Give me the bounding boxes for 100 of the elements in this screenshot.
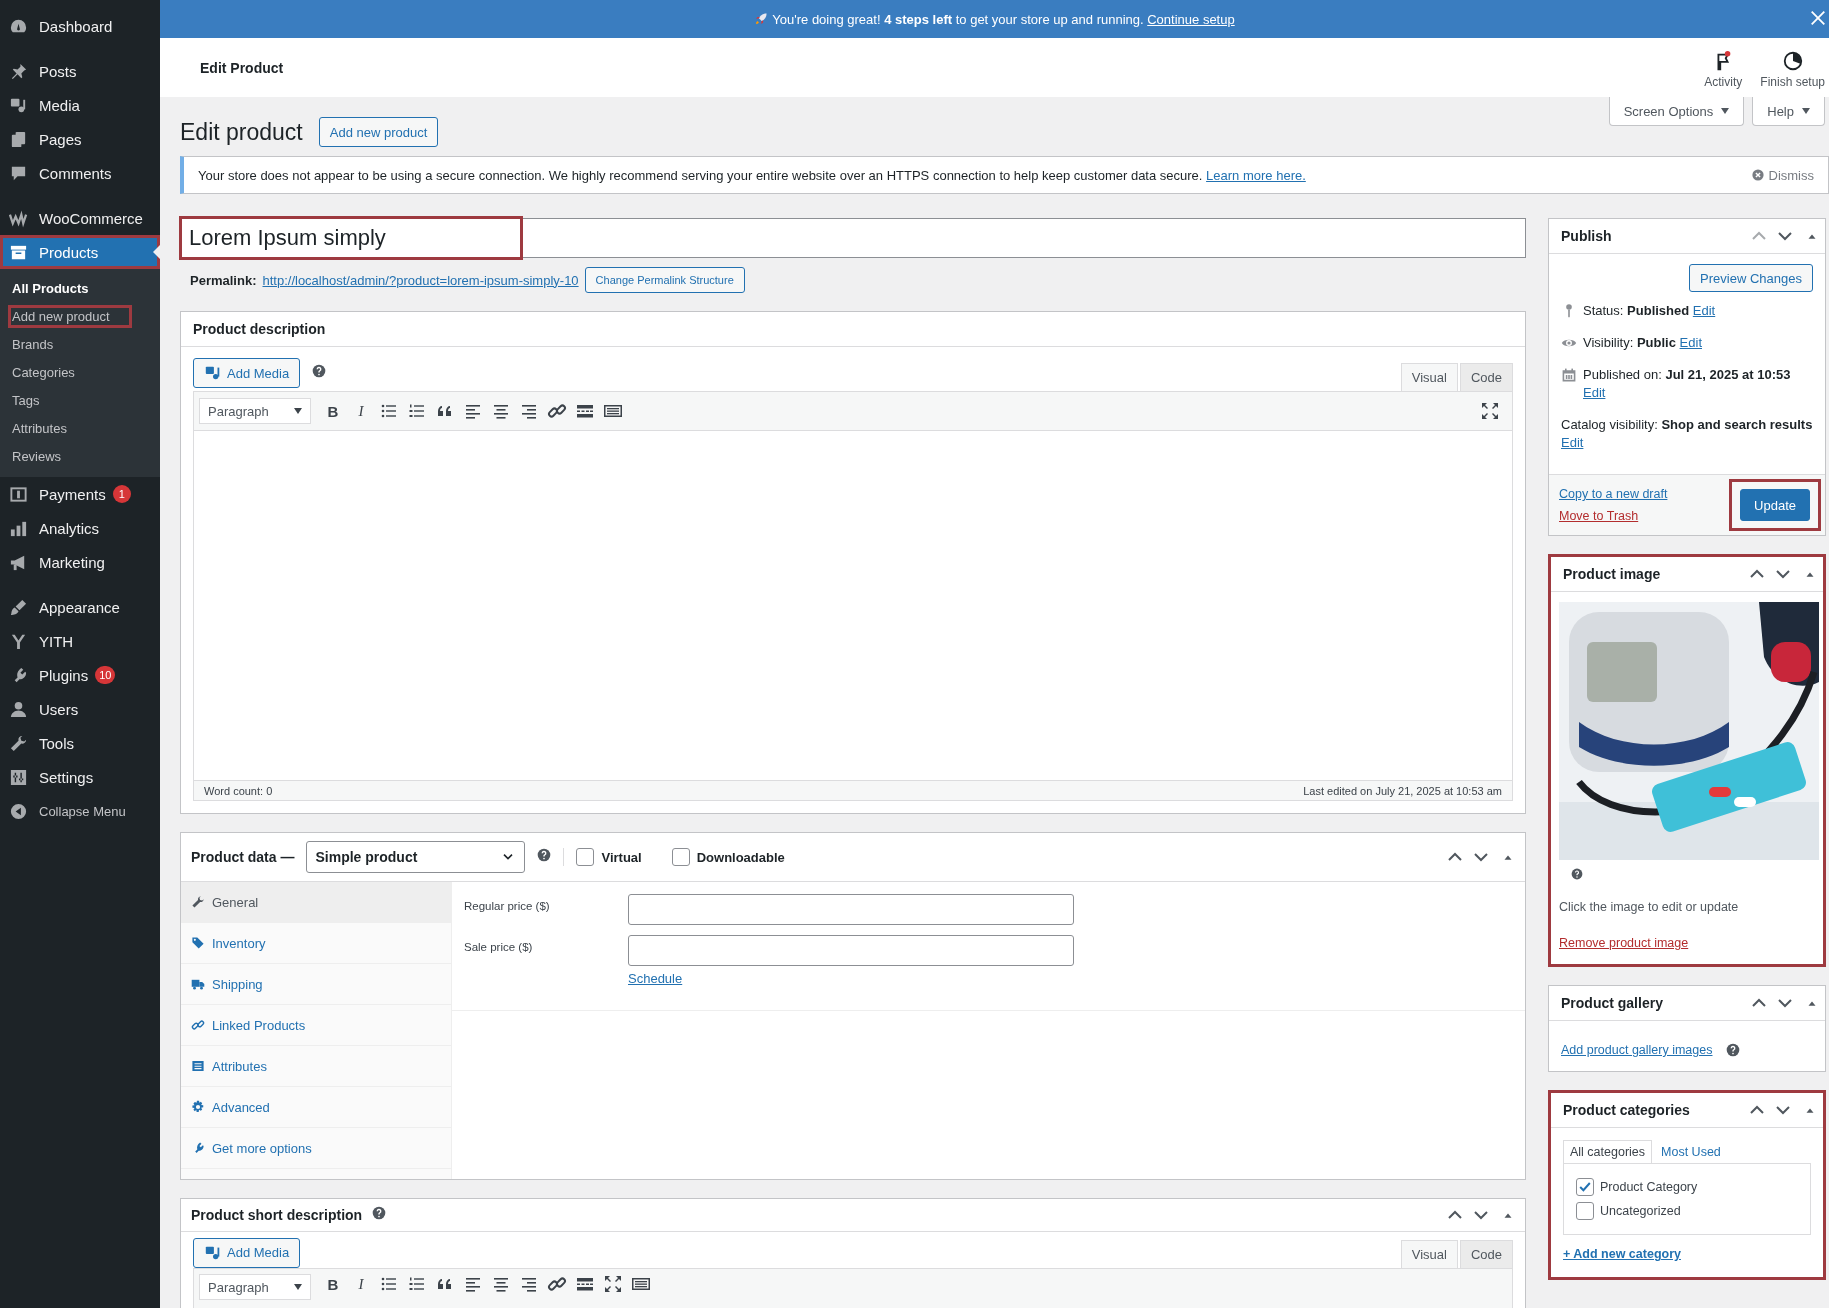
sidebar-item[interactable]: Dashboard — [0, 9, 160, 43]
product-data-tab[interactable]: Shipping — [181, 964, 451, 1005]
sidebar-item[interactable]: Posts — [0, 54, 160, 88]
help-icon[interactable] — [312, 364, 327, 378]
fullscreen-icon[interactable] — [603, 1274, 623, 1294]
submenu-item[interactable]: All Products — [8, 277, 93, 299]
change-permalink-button[interactable]: Change Permalink Structure — [584, 267, 745, 293]
sidebar-item[interactable]: Analytics — [0, 511, 160, 545]
last-edited: Last edited on July 21, 2025 at 10:53 am — [1303, 784, 1502, 797]
product-data-tab[interactable]: Get more options — [181, 1128, 451, 1169]
checkbox[interactable] — [1576, 1202, 1594, 1220]
product-data-tab[interactable]: Linked Products — [181, 1005, 451, 1046]
link-icon[interactable] — [547, 1274, 567, 1294]
learn-more-link[interactable]: Learn more here. — [1206, 167, 1306, 183]
product-data-tab[interactable]: Advanced — [181, 1087, 451, 1128]
sidebar-item[interactable]: Media — [0, 88, 160, 122]
panel-title: Publish — [1561, 228, 1612, 244]
sidebar-item[interactable]: Plugins 10 — [0, 658, 160, 692]
add-category-link[interactable]: + Add new category — [1563, 1247, 1681, 1261]
category-label: Product Category — [1600, 1180, 1698, 1194]
help-icon[interactable] — [537, 848, 552, 862]
editor-tab[interactable]: Visual — [1400, 1240, 1458, 1268]
move-to-trash-link[interactable]: Move to Trash — [1559, 509, 1668, 523]
wrench-icon — [191, 895, 205, 909]
sidebar-item[interactable]: Users — [0, 692, 160, 726]
checkbox[interactable] — [1576, 1178, 1594, 1196]
tag-icon — [191, 936, 205, 950]
sidebar-item[interactable]: Pages — [0, 122, 160, 156]
continue-setup-link[interactable]: Continue setup — [1147, 11, 1235, 27]
banner-message: You're doing great! 4 steps left to get your store up and running. Continue setup — [772, 11, 1235, 27]
toolbar-button[interactable]: B — [323, 401, 343, 421]
product-data-tab[interactable]: Inventory — [181, 923, 451, 964]
add-new-product-button[interactable]: Add new product — [318, 117, 439, 147]
sidebar-item[interactable]: WooCommerce — [0, 201, 160, 235]
help-button[interactable]: Help — [1752, 97, 1825, 126]
header-action[interactable]: Finish setup — [1760, 46, 1825, 89]
submenu-item[interactable]: Categories — [8, 361, 79, 383]
sidebar-item[interactable]: Settings — [0, 760, 160, 794]
product-data-tab[interactable]: General — [181, 882, 451, 923]
help-icon[interactable] — [1571, 868, 1583, 880]
close-icon[interactable] — [1809, 9, 1827, 27]
edit-link[interactable]: Edit — [1561, 435, 1584, 450]
edit-link[interactable]: Edit — [1583, 385, 1606, 400]
checkbox[interactable] — [671, 848, 690, 866]
fullscreen-icon[interactable] — [1480, 401, 1500, 421]
product-data-tab[interactable]: Attributes — [181, 1046, 451, 1087]
add-media-button[interactable]: Add Media — [193, 358, 301, 388]
progress-circle-icon — [1781, 50, 1804, 72]
checkbox[interactable] — [576, 848, 595, 866]
submenu-item[interactable]: Add new product — [8, 304, 132, 328]
copy-draft-link[interactable]: Copy to a new draft — [1559, 487, 1668, 501]
permalink-label: Permalink: — [190, 272, 257, 288]
link-icon — [191, 1018, 205, 1032]
edit-link[interactable]: Edit — [1679, 335, 1702, 350]
help-icon[interactable] — [372, 1206, 387, 1220]
price-field[interactable] — [628, 935, 1074, 966]
editor-tab[interactable]: Code — [1459, 363, 1513, 391]
panel-title: Product image — [1563, 566, 1661, 582]
toolbar-button[interactable]: B — [323, 1274, 343, 1294]
format-dropdown[interactable]: Paragraph — [199, 1274, 311, 1300]
product-title-field[interactable]: Lorem Ipsum simply — [180, 218, 1526, 258]
sidebar-item[interactable]: Products — [0, 235, 160, 269]
page-title: Edit product — [180, 118, 303, 146]
sidebar-item[interactable]: Appearance — [0, 590, 160, 624]
preview-changes-button[interactable]: Preview Changes — [1689, 264, 1813, 292]
calendar-icon — [1561, 367, 1577, 383]
editor-tab[interactable]: Code — [1459, 1240, 1513, 1268]
permalink-url[interactable]: http://localhost/admin/?product=lorem-ipsum-simply-10 — [262, 272, 579, 288]
submenu-item[interactable]: Tags — [8, 389, 44, 411]
category-tab[interactable]: All categories — [1563, 1140, 1653, 1163]
link-icon[interactable] — [547, 401, 567, 421]
header-action[interactable]: Activity — [1704, 46, 1743, 89]
editor-tab[interactable]: Visual — [1400, 363, 1458, 391]
help-icon[interactable] — [1726, 1043, 1741, 1057]
field-label: Sale price ($) — [464, 940, 534, 955]
toolbar-button[interactable]: I — [351, 1274, 371, 1294]
product-type-select[interactable]: Simple product — [306, 841, 526, 873]
schedule-link[interactable]: Schedule — [628, 971, 1074, 986]
screen-options-button[interactable]: Screen Options — [1608, 97, 1745, 126]
sidebar-item[interactable]: Payments 1 — [0, 477, 160, 511]
sidebar-item[interactable]: YITH — [0, 624, 160, 658]
remove-image-link[interactable]: Remove product image — [1559, 936, 1689, 950]
dismiss-button[interactable]: Dismiss — [1750, 167, 1814, 183]
sidebar-item[interactable]: Comments — [0, 156, 160, 190]
format-dropdown[interactable]: Paragraph — [199, 398, 311, 424]
add-media-button[interactable]: Add Media — [193, 1237, 301, 1268]
update-button[interactable]: Update — [1740, 489, 1810, 521]
sidebar-item[interactable]: Marketing — [0, 545, 160, 579]
sidebar-item[interactable]: Collapse Menu — [0, 794, 160, 828]
pushpin-icon — [9, 61, 28, 81]
toolbar-button[interactable]: I — [351, 401, 371, 421]
price-field[interactable] — [628, 894, 1074, 925]
sidebar-item[interactable]: Tools — [0, 726, 160, 760]
add-gallery-images-link[interactable]: Add product gallery images — [1561, 1043, 1713, 1057]
edit-link[interactable]: Edit — [1692, 303, 1716, 318]
submenu-item[interactable]: Brands — [8, 333, 58, 355]
publish-detail: Catalog visibility: Shop and search results Edit — [1561, 416, 1813, 452]
submenu-item[interactable]: Reviews — [8, 445, 66, 467]
submenu-item[interactable]: Attributes — [8, 417, 71, 439]
category-tab[interactable]: Most Used — [1654, 1140, 1728, 1163]
